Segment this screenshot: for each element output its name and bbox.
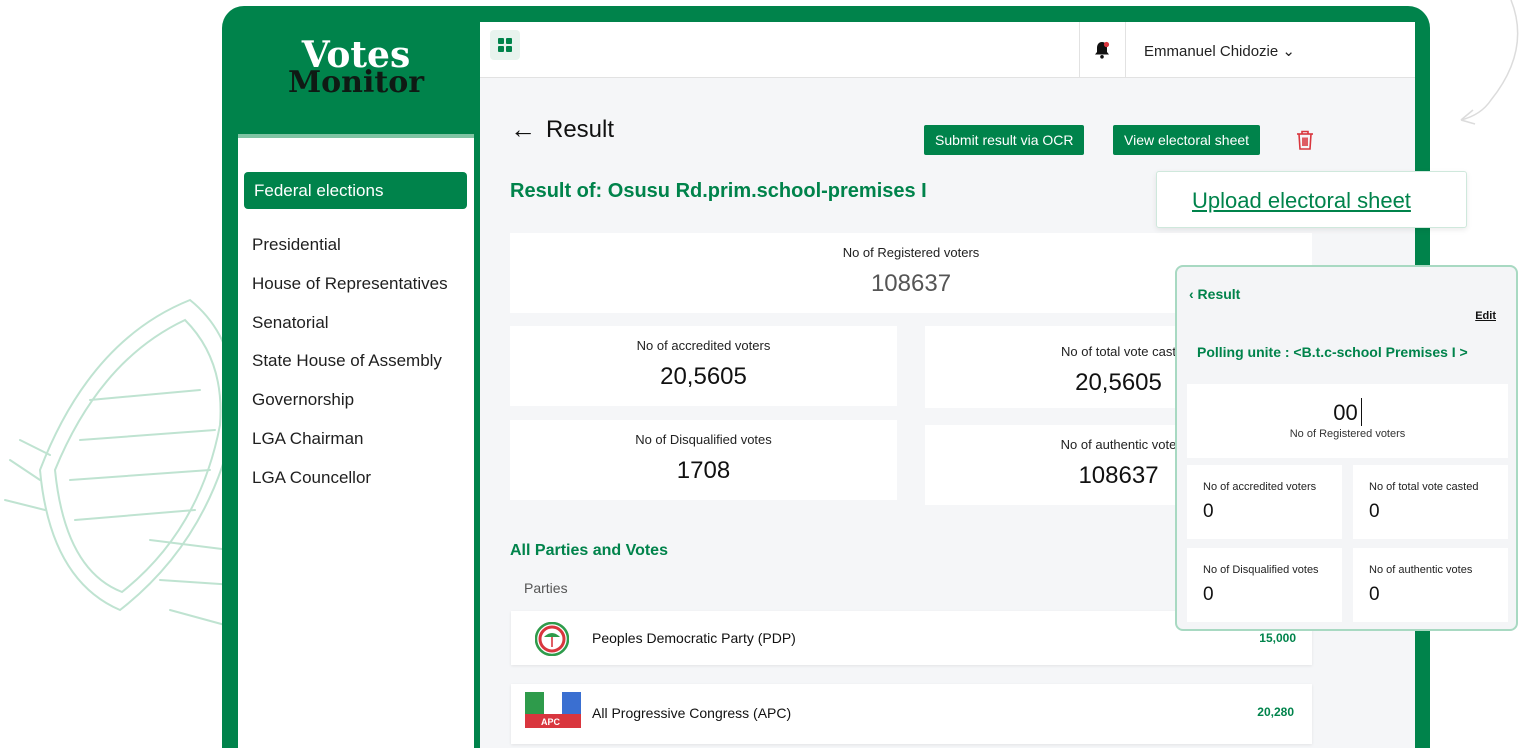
stat-label: No of authentic votes: [1369, 564, 1473, 576]
sidebar-nav: Presidential House of Representatives Se…: [252, 231, 448, 503]
logo-line2: Monitor: [287, 65, 425, 100]
sidebar-item-federal-elections[interactable]: Federal elections: [244, 172, 467, 209]
stat-value: 1708: [676, 457, 731, 484]
stat-label: No of Disqualified votes: [1203, 564, 1319, 576]
party-votes: 15,000: [1259, 631, 1296, 645]
user-menu[interactable]: Emmanuel Chidozie ⌄: [1144, 42, 1295, 60]
chevron-down-icon: ⌄: [1282, 43, 1295, 60]
upload-electoral-sheet-link[interactable]: Upload electoral sheet: [1192, 188, 1411, 214]
mobile-result-panel: ‹ Result Edit Polling unite : <B.t.c-sch…: [1175, 265, 1518, 631]
apc-logo-text: APC: [541, 717, 561, 727]
sidebar-item-presidential[interactable]: Presidential: [252, 231, 448, 270]
sidebar-item-lga-councellor[interactable]: LGA Councellor: [252, 464, 448, 503]
sidebar-item-house-of-representatives[interactable]: House of Representatives: [252, 270, 448, 309]
bell-icon[interactable]: [1092, 40, 1112, 60]
stat-label: No of total vote casted: [1369, 481, 1479, 493]
disqualified-votes-card: No of Disqualified votes 1708: [510, 420, 897, 500]
topbar-divider: [1125, 22, 1126, 78]
party-name: Peoples Democratic Party (PDP): [592, 630, 796, 646]
stat-value: 0: [1369, 584, 1380, 605]
stat-value: 0: [1203, 501, 1214, 522]
stat-value: 20,5605: [660, 363, 747, 390]
parties-section-title: All Parties and Votes: [510, 542, 668, 559]
stat-value: 0: [1203, 584, 1214, 605]
parties-column-header: Parties: [524, 580, 568, 596]
dashboard-button[interactable]: [490, 30, 520, 60]
stat-value: 00: [1187, 398, 1508, 426]
back-arrow-icon[interactable]: ←: [510, 114, 536, 145]
view-electoral-sheet-button[interactable]: View electoral sheet: [1113, 125, 1261, 155]
top-bar: Emmanuel Chidozie ⌄: [480, 22, 1415, 78]
mobile-authentic-votes-card[interactable]: No of authentic votes 0: [1353, 548, 1508, 622]
user-name: Emmanuel Chidozie: [1144, 43, 1279, 60]
party-votes: 20,280: [1257, 705, 1294, 719]
stat-label: No of Registered voters: [842, 245, 980, 260]
page-header: ← Result: [510, 114, 614, 145]
mobile-total-votes-card[interactable]: No of total vote casted 0: [1353, 465, 1508, 539]
party-name: All Progressive Congress (APC): [592, 705, 792, 721]
page-title: Result: [546, 115, 615, 143]
pdp-logo-icon: [535, 622, 569, 656]
sidebar-item-state-house-of-assembly[interactable]: State House of Assembly: [252, 347, 448, 386]
mobile-registered-voters-input[interactable]: 00 No of Registered voters: [1187, 384, 1508, 458]
topbar-divider: [1079, 22, 1080, 78]
stat-label: No of Disqualified votes: [635, 432, 772, 447]
sidebar-divider: [238, 134, 474, 138]
mobile-accredited-voters-card[interactable]: No of accredited voters 0: [1187, 465, 1342, 539]
mobile-edit-link[interactable]: Edit: [1475, 310, 1496, 322]
background-sketch-left: [4, 298, 237, 626]
sidebar-item-lga-chairman[interactable]: LGA Chairman: [252, 425, 448, 464]
sidebar-item-governorship[interactable]: Governorship: [252, 386, 448, 425]
result-location-title: Result of: Osusu Rd.prim.school-premises…: [510, 180, 927, 202]
grid-icon: [498, 38, 512, 52]
trash-icon[interactable]: [1295, 129, 1315, 151]
sidebar-item-senatorial[interactable]: Senatorial: [252, 309, 448, 348]
mobile-polling-unit-title: Polling unite : <B.t.c-school Premises I…: [1197, 344, 1468, 360]
background-sketch-right: [1460, 0, 1519, 125]
upload-electoral-sheet-card: Upload electoral sheet: [1156, 171, 1467, 228]
stat-label: No of accredited voters: [1203, 481, 1317, 493]
accredited-voters-card: No of accredited voters 20,5605: [510, 326, 897, 406]
stat-label: No of Registered voters: [1289, 428, 1406, 440]
party-row[interactable]: APC All Progressive Congress (APC) 20,28…: [511, 684, 1312, 744]
stat-value: 0: [1369, 501, 1380, 522]
stat-label: No of accredited voters: [636, 338, 771, 353]
app-logo[interactable]: Votes Monitor: [238, 37, 474, 100]
mobile-disqualified-votes-card[interactable]: No of Disqualified votes 0: [1187, 548, 1342, 622]
submit-ocr-button[interactable]: Submit result via OCR: [924, 125, 1085, 155]
mobile-back-button[interactable]: ‹ Result: [1189, 286, 1240, 302]
